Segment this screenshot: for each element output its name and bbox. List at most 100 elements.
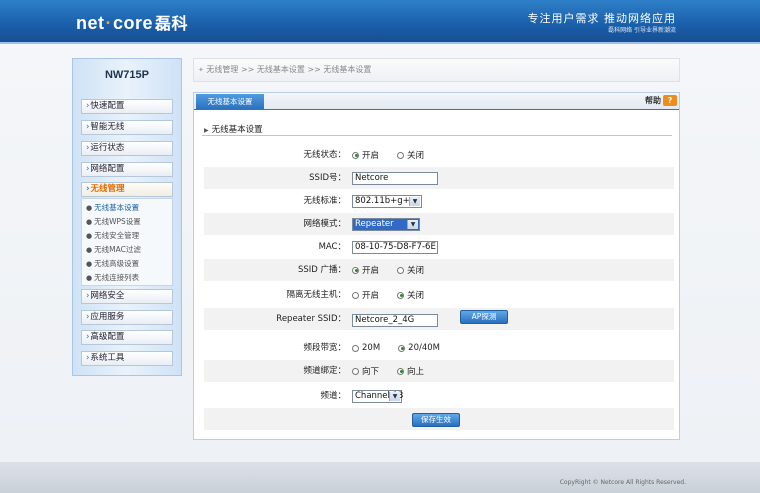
sidebar: NW715P ›快速配置 ›智能无线 ›运行状态 ›网络配置 ›无线管理 ● 无线…	[72, 58, 182, 376]
chevron-right-icon: ›	[86, 332, 90, 342]
chevron-right-icon: ›	[86, 164, 90, 174]
sidebar-item-label: 系统工具	[90, 353, 125, 363]
chevron-right-icon: ›	[86, 312, 90, 322]
sidebar-item-system-tools[interactable]: ›系统工具	[81, 351, 173, 366]
sidebar-item-quick-setup[interactable]: ›快速配置	[81, 99, 173, 114]
wireless-standard-label: 无线标准：	[303, 196, 346, 206]
channel-bind-down-option[interactable]: 向下	[352, 365, 379, 377]
wireless-status-on-option[interactable]: 开启	[352, 149, 379, 161]
submenu-item-wireless-advanced[interactable]: ● 无线高级设置	[86, 258, 139, 269]
sidebar-item-smart-wireless[interactable]: ›智能无线	[81, 120, 173, 135]
channel-bind-up-radio[interactable]	[397, 367, 405, 375]
ssid-broadcast-off-option[interactable]: 关闭	[397, 264, 424, 276]
chevron-down-icon: ▼	[407, 219, 418, 229]
option-label: 开启	[362, 291, 380, 301]
row-isolate-clients: 隔离无线主机： 开启 关闭	[204, 284, 674, 306]
help-icon: ?	[663, 95, 677, 106]
sidebar-item-wireless-management[interactable]: ›无线管理	[81, 182, 173, 197]
ssid-broadcast-on-radio[interactable]	[352, 266, 359, 274]
netcore-logo: net·core 磊科	[76, 10, 188, 34]
sidebar-item-label: 无线管理	[90, 184, 125, 194]
wireless-status-off-option[interactable]: 关闭	[397, 149, 424, 161]
select-value: Repeater	[355, 218, 394, 229]
wireless-status-off-radio[interactable]	[397, 151, 405, 159]
isolate-on-option[interactable]: 开启	[352, 289, 379, 301]
repeater-ssid-label: Repeater SSID：	[276, 314, 346, 324]
sidebar-item-network-security[interactable]: ›网络安全	[81, 289, 173, 304]
network-mode-label: 网络模式：	[303, 219, 346, 229]
sidebar-item-label: 应用服务	[90, 312, 125, 322]
chevron-right-icon: ›	[86, 143, 90, 153]
wireless-standard-select[interactable]: 802.11b+g+n ▼	[352, 194, 422, 208]
ssid-broadcast-off-radio[interactable]	[397, 266, 405, 274]
option-label: 向上	[407, 367, 425, 377]
ap-scan-button[interactable]: AP探测	[460, 310, 508, 324]
sidebar-item-label: 智能无线	[90, 122, 125, 132]
submenu-item-wireless-security[interactable]: ● 无线安全管理	[86, 230, 139, 241]
submenu-item-wireless-clients[interactable]: ● 无线连接列表	[86, 272, 139, 283]
footer-bar	[0, 462, 760, 493]
mac-input[interactable]: 08-10-75-D8-F7-6E	[352, 240, 438, 254]
bullet-icon: ●	[86, 260, 93, 268]
channel-binding-label: 频道绑定：	[303, 366, 346, 376]
option-label: 开启	[362, 266, 380, 276]
row-channel: 频道： Channel 13 ▼	[204, 385, 674, 407]
wireless-status-on-radio[interactable]	[352, 151, 359, 159]
panel-tab-bar: 无线基本设置 帮助?	[194, 93, 679, 110]
sidebar-item-advanced-config[interactable]: ›高级配置	[81, 330, 173, 345]
sidebar-item-label: 网络配置	[90, 164, 125, 174]
isolate-off-radio[interactable]	[397, 291, 405, 299]
tab-wireless-basic[interactable]: 无线基本设置	[196, 94, 264, 109]
ssid-input[interactable]: Netcore	[352, 171, 438, 185]
bullet-icon: ●	[86, 204, 93, 212]
isolate-on-radio[interactable]	[352, 291, 359, 299]
settings-panel: 无线基本设置 帮助? ▶ 无线基本设置 无线状态： 开启 关闭 SSID号： Ne…	[193, 92, 680, 440]
section-divider	[202, 135, 672, 136]
option-label: 关闭	[407, 291, 425, 301]
device-model: NW715P	[104, 69, 150, 81]
submenu-item-label: 无线WPS设置	[94, 217, 141, 226]
chevron-down-icon: ▼	[389, 391, 400, 401]
row-wireless-standard: 无线标准： 802.11b+g+n ▼	[204, 190, 674, 212]
bandwidth-20-40m-radio[interactable]	[398, 344, 406, 352]
submenu-item-wireless-basic[interactable]: ● 无线基本设置	[86, 202, 139, 213]
submenu-item-label: 无线基本设置	[94, 203, 140, 212]
isolate-label: 隔离无线主机：	[286, 290, 346, 300]
channel-select[interactable]: Channel 13 ▼	[352, 389, 403, 403]
network-mode-select[interactable]: Repeater ▼	[352, 217, 420, 231]
logo-dot: ·	[105, 13, 112, 33]
save-apply-button[interactable]: 保存生效	[412, 413, 460, 427]
logo-tail-text: core	[113, 13, 154, 33]
channel-bind-down-radio[interactable]	[352, 367, 359, 375]
row-bandwidth: 频段带宽： 20M 20/40M	[204, 337, 674, 359]
chevron-right-icon: ›	[86, 291, 90, 301]
channel-bind-up-option[interactable]: 向上	[397, 365, 424, 377]
help-button[interactable]: 帮助?	[645, 95, 677, 106]
submenu-item-label: 无线MAC过滤	[94, 245, 141, 254]
wireless-submenu: ● 无线基本设置 ● 无线WPS设置 ● 无线安全管理 ● 无线MAC过滤 ● 无线高级设…	[81, 198, 173, 286]
submenu-item-wireless-wps[interactable]: ● 无线WPS设置	[86, 216, 141, 227]
sidebar-item-network-config[interactable]: ›网络配置	[81, 162, 173, 177]
copyright-text: CopyRight © Netcore All Rights Reserved.	[559, 479, 686, 486]
section-title: ▶ 无线基本设置	[204, 123, 263, 135]
sidebar-item-status[interactable]: ›运行状态	[81, 141, 173, 156]
ssid-broadcast-on-option[interactable]: 开启	[352, 264, 379, 276]
wireless-status-label: 无线状态：	[303, 150, 346, 160]
chevron-right-icon: ›	[86, 353, 90, 363]
ssid-label: SSID号：	[309, 173, 346, 183]
isolate-off-option[interactable]: 关闭	[397, 289, 424, 301]
row-wireless-status: 无线状态： 开启 关闭	[204, 144, 674, 166]
submenu-item-wireless-mac-filter[interactable]: ● 无线MAC过滤	[86, 244, 141, 255]
bandwidth-20-40m-option[interactable]: 20/40M	[398, 343, 440, 353]
bandwidth-20m-option[interactable]: 20M	[352, 343, 380, 353]
sidebar-item-label: 高级配置	[90, 332, 125, 342]
section-title-text: 无线基本设置	[211, 125, 263, 135]
bandwidth-label: 频段带宽：	[303, 343, 346, 353]
chevron-right-icon: ›	[86, 101, 90, 111]
triangle-right-icon: ▶	[204, 127, 209, 134]
bandwidth-20m-radio[interactable]	[352, 344, 359, 352]
sidebar-item-app-services[interactable]: ›应用服务	[81, 310, 173, 325]
row-ssid-broadcast: SSID 广播： 开启 关闭	[204, 259, 674, 281]
breadcrumb-text: 无线管理 >> 无线基本设置 >> 无线基本设置	[206, 65, 372, 74]
repeater-ssid-input[interactable]: Netcore_2_4G	[352, 313, 438, 327]
